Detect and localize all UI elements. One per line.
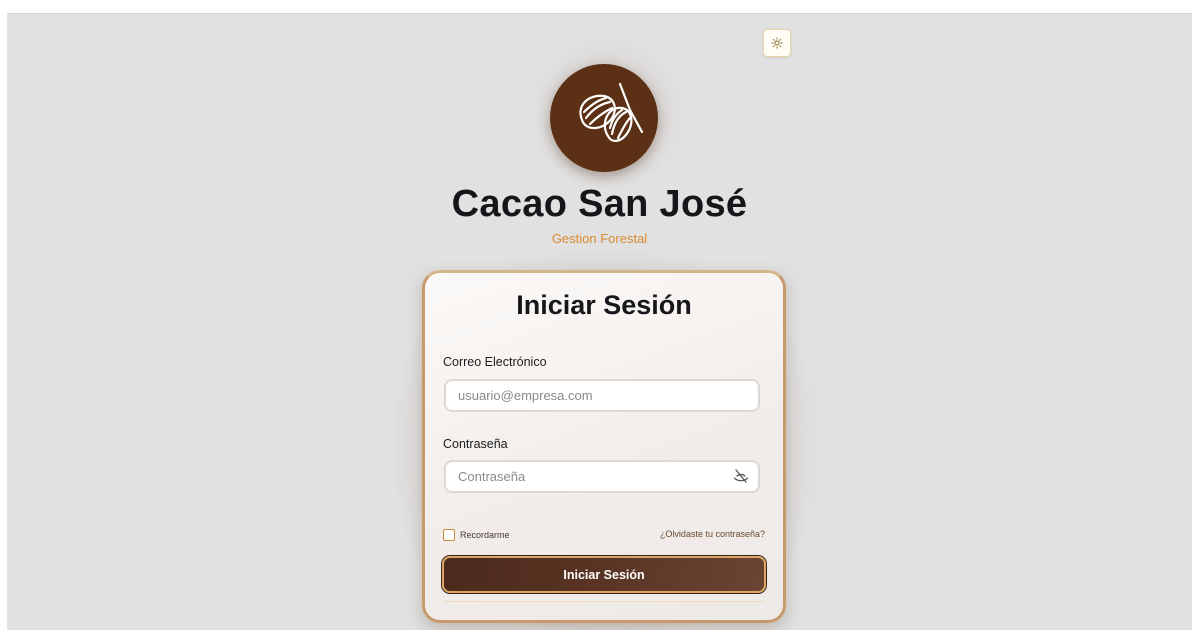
brand-logo xyxy=(550,64,658,172)
password-label: Contraseña xyxy=(443,437,508,451)
login-button[interactable]: Iniciar Sesión xyxy=(442,556,766,593)
cacao-pod-icon xyxy=(564,76,644,161)
eye-off-icon[interactable] xyxy=(732,467,750,485)
brand-name: Cacao San José xyxy=(451,183,748,225)
sun-icon xyxy=(771,37,783,49)
remember-checkbox[interactable] xyxy=(443,529,455,541)
brand-subtitle: Gestion Forestal xyxy=(551,231,648,246)
app-viewport: Cacao San José Gestion Forestal Iniciar … xyxy=(7,13,1192,630)
email-field[interactable] xyxy=(444,379,760,412)
remember-label: Recordarme xyxy=(460,530,510,540)
theme-toggle-button[interactable] xyxy=(763,29,791,57)
forgot-password-link[interactable]: ¿Olvidaste tu contraseña? xyxy=(660,529,765,539)
email-label: Correo Electrónico xyxy=(443,355,547,369)
login-title: Iniciar Sesión xyxy=(516,290,692,320)
remember-me[interactable]: Recordarme xyxy=(443,529,510,541)
card-divider xyxy=(444,601,764,602)
password-field[interactable] xyxy=(444,460,760,493)
login-card: Iniciar Sesión Correo Electrónico Contra… xyxy=(422,270,786,623)
